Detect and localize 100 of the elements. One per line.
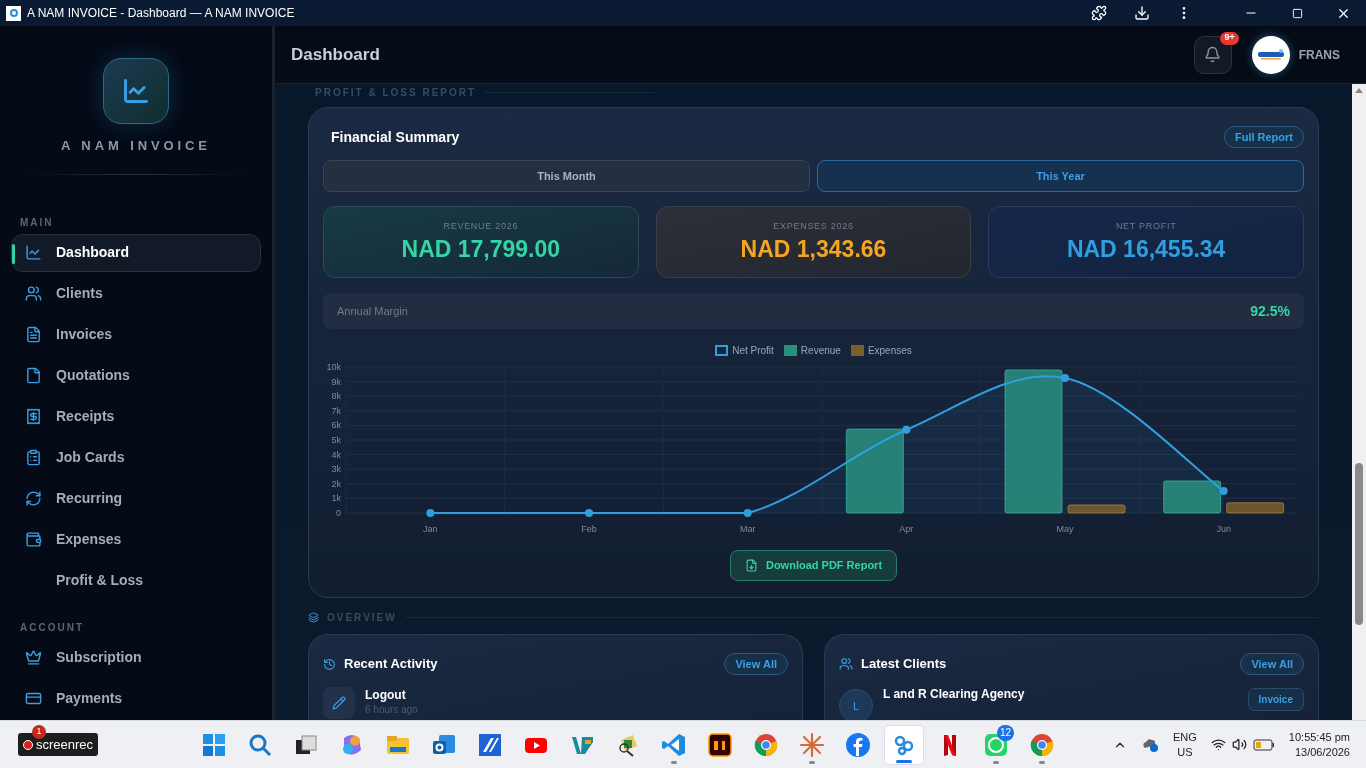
receipt-icon (24, 408, 42, 425)
legend-label: Expenses (867, 344, 912, 358)
stat-label: REVENUE 2026 (443, 220, 519, 234)
margin-label: Annual Margin (337, 303, 408, 319)
data-point (1219, 487, 1228, 496)
x-tick-label: Feb (581, 524, 597, 534)
x-tick-label: Jun (1216, 524, 1231, 534)
crown-icon (24, 649, 42, 666)
y-tick-label: 9k (331, 376, 341, 387)
invoice-button[interactable]: Invoice (1247, 688, 1304, 711)
restore-icon (1291, 7, 1303, 19)
client-avatar: L (839, 689, 873, 720)
refresh-icon (24, 490, 42, 507)
y-tick-label: 6k (331, 420, 341, 431)
y-tick-label: 4k (331, 449, 341, 460)
y-tick-label: 3k (331, 464, 341, 475)
code-editor-icon[interactable] (661, 731, 687, 758)
file-icon (24, 367, 42, 384)
download-icon[interactable] (1134, 5, 1150, 21)
stat-value: NAD 1,343.66 (740, 234, 887, 264)
client-name: L and R Clearing Agency (883, 686, 1025, 703)
data-point (585, 509, 593, 517)
stat-value: NAD 16,455.34 (1066, 234, 1226, 264)
browser-icon[interactable] (753, 731, 779, 758)
activity-title: Logout (365, 687, 407, 703)
clipboard-icon (24, 449, 42, 466)
chart-bar (1067, 504, 1126, 514)
view-all-button[interactable]: View All (1240, 653, 1304, 675)
section-label: MAIN (19, 215, 55, 230)
f-app-icon[interactable] (845, 731, 871, 758)
period-tab[interactable]: This Month (323, 160, 810, 192)
chart-icon (24, 244, 42, 261)
stat-label: EXPENSES 2026 (773, 220, 854, 234)
legend-swatch-icon (715, 345, 729, 356)
data-point (426, 509, 435, 517)
nav-item[interactable]: Recurring (11, 479, 261, 518)
wallet-icon (24, 531, 42, 548)
screenrec-button[interactable]: screenrec (18, 733, 99, 756)
full-report-button[interactable]: Full Report (1223, 126, 1304, 148)
nav-item[interactable]: Dashboard (11, 233, 261, 272)
bell-icon (1204, 46, 1222, 63)
browser-icon[interactable] (1029, 731, 1055, 758)
slash-app-icon[interactable] (477, 731, 503, 758)
app-icon (6, 5, 21, 21)
nav-item[interactable]: Invoices (11, 315, 261, 354)
asterisk-icon[interactable] (799, 731, 825, 758)
y-tick-label: 5k (331, 435, 341, 445)
users-icon (24, 285, 42, 302)
user-name: FRANS (1298, 46, 1340, 64)
extension-icon[interactable] (1091, 5, 1107, 21)
notification-badge: 1 (32, 725, 46, 739)
card-title: Latest Clients (861, 655, 947, 674)
history-icon (323, 657, 336, 671)
card-title: Recent Activity (344, 655, 438, 674)
battery-icon[interactable] (1252, 738, 1275, 751)
y-tick-label: 0 (336, 508, 341, 518)
region-label[interactable]: US (1177, 744, 1193, 760)
view-all-button[interactable]: View All (724, 653, 788, 675)
chart-bar (1226, 502, 1285, 514)
brand-name: A NAM INVOICE (61, 137, 211, 155)
x-tick-label: Apr (899, 524, 914, 534)
margin-value: 92.5% (1250, 301, 1290, 321)
nav-item[interactable]: Clients (11, 274, 261, 313)
card-title: Financial Summary (331, 127, 460, 147)
document-icon (24, 326, 42, 343)
logo-icon (103, 58, 169, 124)
avatar[interactable] (1251, 35, 1290, 74)
cloud-icon[interactable] (1141, 736, 1159, 753)
stat-value: NAD 17,799.00 (401, 234, 561, 264)
x-tick-label: Jan (423, 524, 438, 534)
windows-icon[interactable] (201, 731, 227, 758)
design-app-icon[interactable] (707, 731, 733, 758)
nav-item[interactable]: Profit & Loss (11, 561, 261, 600)
language-label[interactable]: ENG (1173, 729, 1197, 745)
pdf-icon (744, 559, 758, 572)
nav-item[interactable]: Receipts (11, 397, 261, 436)
nav-item[interactable]: Subscription (11, 638, 261, 677)
notification-badge: 9+ (1220, 31, 1239, 45)
taskbar-app[interactable]: 12 (976, 724, 1016, 765)
y-tick-label: 7k (331, 405, 341, 416)
volume-icon[interactable] (1231, 737, 1247, 752)
download-pdf-button[interactable]: Download PDF Report (729, 550, 898, 581)
clock-time[interactable]: 10:55:45 pm (1288, 729, 1350, 745)
x-tick-label: Mar (739, 524, 756, 534)
wifi-icon[interactable] (1210, 737, 1226, 752)
period-tab[interactable]: This Year (817, 160, 1304, 192)
users-icon (839, 657, 853, 671)
clock-date[interactable]: 13/06/2026 (1294, 744, 1350, 760)
nav-item[interactable]: Payments (11, 679, 261, 718)
legend-label: Revenue (800, 344, 841, 358)
scrollbar[interactable] (1352, 84, 1366, 720)
nav-item[interactable]: Job Cards (11, 438, 261, 477)
page-title: Dashboard (291, 43, 380, 66)
x-tick-label: May (1056, 524, 1074, 534)
legend-swatch-icon (783, 345, 797, 356)
data-point (1061, 373, 1069, 382)
y-tick-label: 8k (331, 391, 341, 402)
nav-item[interactable]: Quotations (11, 356, 261, 395)
card-icon (24, 690, 42, 707)
nav-item[interactable]: Expenses (11, 520, 261, 559)
